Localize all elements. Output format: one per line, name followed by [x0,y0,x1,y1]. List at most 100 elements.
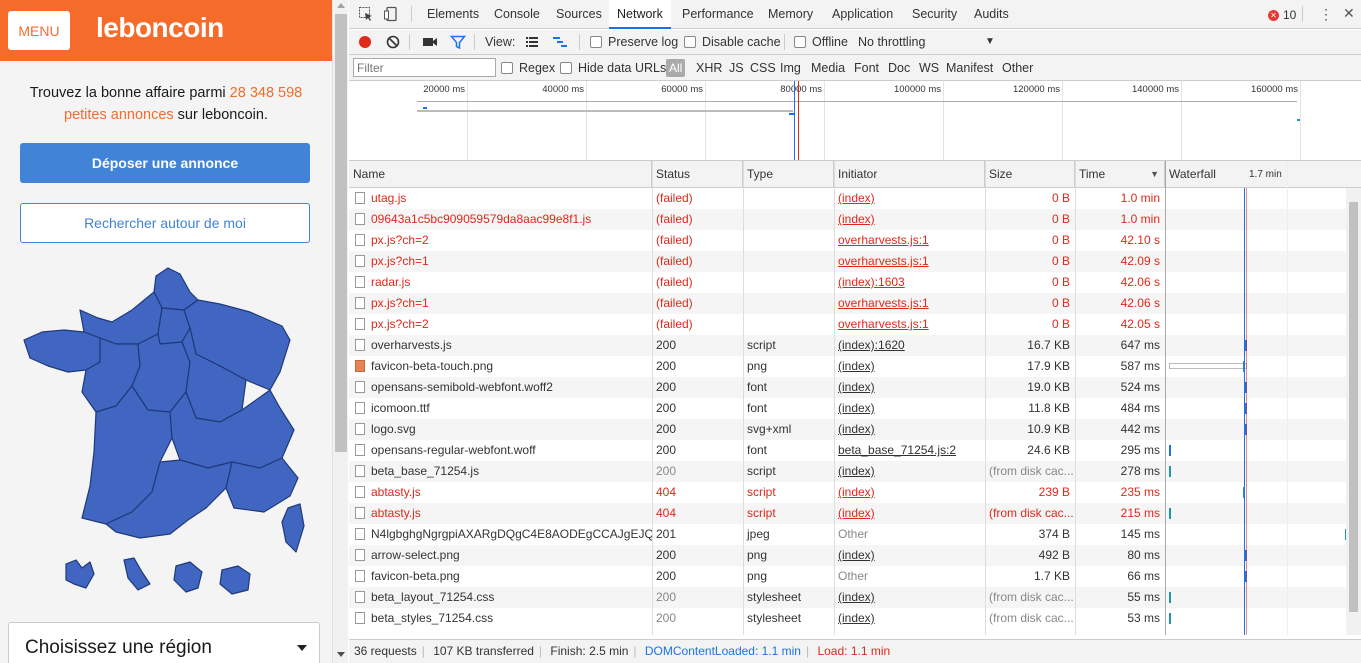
map-region-nord[interactable] [153,267,199,311]
hide-data-urls-checkbox[interactable]: Hide data URLs [560,56,666,80]
cell-initiator[interactable]: (index) [834,398,985,419]
cell-initiator[interactable]: (index) [834,545,985,566]
map-region-bretagne[interactable] [23,329,101,373]
cell-initiator[interactable]: (index) [834,209,985,230]
table-row[interactable]: px.js?ch=2 (failed) overharvests.js:1 0 B 42… [349,230,1361,251]
large-rows-icon[interactable] [524,34,540,50]
table-row[interactable]: beta_styles_71254.css 200 stylesheet (index… [349,608,1361,629]
device-toolbar-icon[interactable] [383,6,399,22]
inspect-element-icon[interactable] [358,6,374,22]
table-row[interactable]: logo.svg 200 svg+xml (index) 10.9 KB 442 ms [349,419,1361,440]
filter-type-css[interactable]: CSS [750,56,776,80]
waterfall-bar[interactable] [1169,613,1171,624]
column-waterfall[interactable]: Waterfall 1.7 min [1165,161,1361,188]
cell-initiator[interactable]: overharvests.js:1 [834,293,985,314]
tab-network[interactable]: Network [609,0,671,29]
table-row[interactable]: px.js?ch=2 (failed) overharvests.js:1 0 B 42… [349,314,1361,335]
search-nearby-button[interactable]: Rechercher autour de moi [20,203,310,243]
filter-type-ws[interactable]: WS [919,56,939,80]
preserve-log-checkbox[interactable]: Preserve log [590,30,678,54]
waterfall-bar[interactable] [1169,592,1171,603]
cell-initiator[interactable]: Other [834,524,985,545]
cell-initiator[interactable]: (index) [834,461,985,482]
post-ad-button[interactable]: Déposer une annonce [20,143,310,183]
tab-sources[interactable]: Sources [556,0,602,29]
website-scrollbar[interactable] [332,0,348,663]
checkbox[interactable] [684,36,696,48]
map-region-martinique[interactable] [123,557,151,591]
cell-initiator[interactable]: (index) [834,188,985,209]
tab-audits[interactable]: Audits [974,0,1009,29]
map-region-guadeloupe[interactable] [65,559,95,589]
filter-type-other[interactable]: Other [1002,56,1033,80]
show-overview-icon[interactable] [552,34,568,50]
tab-memory[interactable]: Memory [768,0,813,29]
cell-initiator[interactable]: (index) [834,419,985,440]
region-select[interactable]: Choisissez une région [8,622,320,663]
map-region-reunion[interactable] [219,565,251,595]
filter-type-doc[interactable]: Doc [888,56,910,80]
menu-button[interactable]: MENU [8,11,70,50]
clear-icon[interactable] [385,34,401,50]
column-size[interactable]: Size [985,161,1075,188]
cell-initiator[interactable]: (index) [834,608,985,629]
column-initiator[interactable]: Initiator [834,161,985,188]
checkbox[interactable] [560,62,572,74]
table-row[interactable]: radar.js (failed) (index):1603 0 B 42.06 s [349,272,1361,293]
cell-initiator[interactable]: (index) [834,356,985,377]
network-overview-timeline[interactable]: 20000 ms 40000 ms 60000 ms 80000 ms 1000… [349,81,1361,161]
waterfall-bar[interactable] [1169,466,1171,477]
cell-initiator[interactable]: (index) [834,587,985,608]
record-icon[interactable] [357,34,373,50]
table-row[interactable]: px.js?ch=1 (failed) overharvests.js:1 0 B 42… [349,293,1361,314]
scroll-down-arrow-icon[interactable] [337,652,345,657]
waterfall-bar[interactable] [1169,363,1247,369]
column-time[interactable]: Time ▼ [1075,161,1165,188]
filter-type-manifest[interactable]: Manifest [946,56,993,80]
tab-performance[interactable]: Performance [682,0,754,29]
cell-initiator[interactable]: overharvests.js:1 [834,314,985,335]
table-row[interactable]: px.js?ch=1 (failed) overharvests.js:1 0 B 42… [349,251,1361,272]
table-row[interactable]: abtasty.js 404 script (index) (from disk cac… [349,503,1361,524]
waterfall-bar[interactable] [1169,508,1171,519]
ads-link[interactable]: petites annonces [64,107,174,123]
table-row[interactable]: arrow-select.png 200 png (index) 492 B 80 ms [349,545,1361,566]
cell-initiator[interactable]: overharvests.js:1 [834,251,985,272]
filter-type-xhr[interactable]: XHR [696,56,722,80]
offline-checkbox[interactable]: Offline [794,30,848,54]
capture-screenshots-icon[interactable] [422,34,438,50]
filter-type-img[interactable]: Img [780,56,801,80]
table-row[interactable]: beta_base_71254.js 200 script (index) (from … [349,461,1361,482]
table-row[interactable]: overharvests.js 200 script (index):1620 16.7… [349,335,1361,356]
table-row[interactable]: favicon-beta-touch.png 200 png (index) 17.9 … [349,356,1361,377]
tab-elements[interactable]: Elements [427,0,479,29]
requests-scrollbar[interactable] [1346,188,1361,635]
tab-console[interactable]: Console [494,0,540,29]
table-row[interactable]: opensans-semibold-webfont.woff2 200 font (i… [349,377,1361,398]
tab-application[interactable]: Application [832,0,893,29]
tab-security[interactable]: Security [912,0,957,29]
column-status[interactable]: Status [652,161,743,188]
filter-input[interactable] [353,58,496,77]
regex-checkbox[interactable]: Regex [501,56,555,80]
scrollbar-thumb[interactable] [335,14,347,452]
filter-type-all[interactable]: All [666,59,686,77]
cell-initiator[interactable]: (index):1603 [834,272,985,293]
table-row[interactable]: 09643a1c5bc909059579da8aac99e8f1.js (fail… [349,209,1361,230]
filter-icon[interactable] [450,34,466,50]
checkbox[interactable] [590,36,602,48]
column-name[interactable]: Name [349,161,652,188]
cell-initiator[interactable]: (index):1620 [834,335,985,356]
leboncoin-logo[interactable]: leboncoin [96,12,224,44]
table-row[interactable]: icomoon.ttf 200 font (index) 11.8 KB 484 ms [349,398,1361,419]
table-row[interactable]: abtasty.js 404 script (index) 239 B 235 ms [349,482,1361,503]
filter-type-font[interactable]: Font [854,56,879,80]
close-devtools-icon[interactable]: ✕ [1343,5,1355,22]
more-options-icon[interactable]: ⋮ [1319,6,1333,23]
france-regions-map[interactable] [20,262,310,607]
scroll-up-arrow-icon[interactable] [337,3,345,8]
error-count-badge[interactable]: ✕ 10 [1268,8,1296,22]
table-row[interactable]: N4lgbghgNgrgpiAXARgDQgC4E8AODEgCCAJgEJQ.… [349,524,1361,545]
cell-initiator[interactable]: Other [834,566,985,587]
cell-initiator[interactable]: overharvests.js:1 [834,230,985,251]
